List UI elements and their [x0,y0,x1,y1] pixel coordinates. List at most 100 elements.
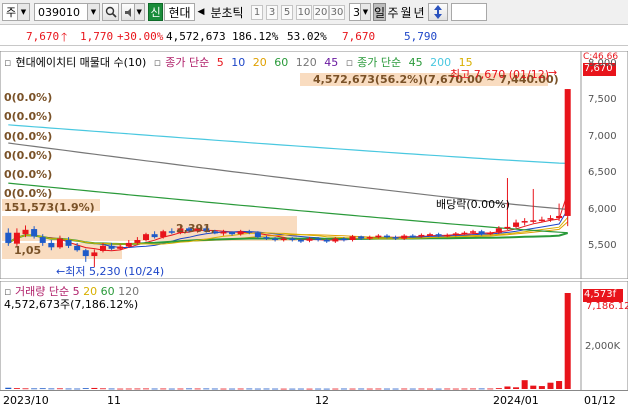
low-price: 5,790 [404,30,438,43]
period-type-label[interactable]: 분초틱 [207,3,247,21]
period-3-button[interactable]: 3 [266,5,278,20]
candle-body[interactable] [280,238,287,241]
volume-bar[interactable] [547,382,554,389]
candle-body[interactable] [160,231,167,238]
candle-body[interactable] [383,235,390,238]
sound-button[interactable]: ▼ [121,3,145,21]
volume-bar[interactable] [504,386,511,389]
candle-body[interactable] [504,226,511,229]
candle-body[interactable] [564,89,571,216]
week-button[interactable]: 주 [387,3,399,21]
candle-body[interactable] [392,237,399,239]
candle-body[interactable] [521,221,528,223]
candle-body[interactable] [478,231,485,235]
candle-body[interactable] [22,229,29,235]
candle-body[interactable] [134,240,141,243]
candle-body[interactable] [409,235,416,238]
volume-chart-pane[interactable]: ▫ 거래량 단순 5 20 60 120 4,572,673주(7,186.12… [0,280,628,392]
candle-body[interactable] [375,235,382,238]
candle-body[interactable] [237,231,244,235]
month-button[interactable]: 월 [400,3,412,21]
period-5-button[interactable]: 5 [281,5,293,20]
candle-body[interactable] [418,234,425,237]
candle-body[interactable] [263,237,270,239]
candle-body[interactable] [444,234,451,237]
period-10-button[interactable]: 10 [296,5,312,20]
candle-body[interactable] [306,238,313,241]
candle-body[interactable] [220,231,227,234]
candle-body[interactable] [91,252,98,257]
volume-bar[interactable] [91,387,98,389]
search-button[interactable] [102,3,119,21]
volume-bar[interactable] [513,387,520,389]
candle-body[interactable] [74,245,81,251]
volume-bar[interactable] [5,387,12,389]
candle-body[interactable] [82,250,89,257]
blank-input[interactable] [451,3,487,21]
volume-bar[interactable] [564,293,571,389]
candle-body[interactable] [556,215,563,219]
scroll-updown-button[interactable] [428,3,448,21]
candle-body[interactable] [470,231,477,233]
candle-body[interactable] [435,234,442,236]
volume-bar[interactable] [530,385,537,389]
candle-body[interactable] [426,234,434,236]
volume-bar[interactable] [538,386,545,389]
candle-body[interactable] [65,240,72,246]
candle-body[interactable] [142,234,150,241]
period-30-button[interactable]: 30 [329,5,345,20]
candle-body[interactable] [315,238,322,241]
stock-code-field[interactable]: 039010 ▼ [34,3,100,21]
candle-body[interactable] [547,218,554,220]
profile-low-label: 1,05 [14,244,42,257]
volume-bar[interactable] [556,381,563,389]
candle-body[interactable] [151,234,158,238]
period-20-button[interactable]: 20 [313,5,329,20]
candle-body[interactable] [340,238,347,241]
volume-bar[interactable] [521,380,528,389]
candle-body[interactable] [530,220,537,222]
candle-body[interactable] [48,242,55,248]
candle-body[interactable] [358,236,365,239]
candle-body[interactable] [56,238,63,248]
year-button[interactable]: 년 [413,3,425,21]
candle-body[interactable] [452,233,459,235]
market-mode-select[interactable]: 주 ▼ [2,3,30,21]
candle-body[interactable] [125,242,132,247]
candle-body[interactable] [538,219,545,222]
candle-body[interactable] [289,238,296,241]
candle-body[interactable] [366,237,373,239]
candle-body[interactable] [513,222,520,227]
candle-body[interactable] [117,246,124,249]
candle-body[interactable] [297,240,304,242]
candle-body[interactable] [487,232,494,235]
candle-body[interactable] [461,232,468,235]
volume-bar[interactable] [13,388,20,389]
price-chart-pane[interactable]: ▫ 현대에이치티 매물대 수(10) ▫ 종가 단순 5 10 20 60 120 … [0,50,628,280]
candle-body[interactable] [99,245,106,251]
volume-bar[interactable] [495,388,502,389]
period-1-button[interactable]: 1 [251,5,263,20]
day-button[interactable]: 일 [373,3,386,21]
period-count-select[interactable]: 3 ▼ [349,3,371,21]
arrow-left-icon[interactable]: ◀ [196,3,206,21]
candle-body[interactable] [13,232,20,244]
candle-body[interactable] [246,231,253,233]
credit-badge[interactable]: 신 [148,3,163,21]
candle-body[interactable] [272,238,279,241]
candle-body[interactable] [254,232,261,238]
candle-body[interactable] [229,231,236,235]
volume-bar[interactable] [39,388,46,390]
candle-body[interactable] [5,232,12,243]
candle-body[interactable] [39,237,46,243]
candle-body[interactable] [168,231,175,233]
candle-body[interactable] [323,240,330,242]
candle-body[interactable] [108,245,115,249]
stock-name-field[interactable]: 현대 [164,3,195,21]
candle-body[interactable] [332,238,339,242]
candle-body[interactable] [401,235,408,239]
candle-body[interactable] [349,236,356,241]
candle-body[interactable] [31,229,38,237]
volume-bar[interactable] [82,388,89,390]
candle-body[interactable] [495,228,502,233]
